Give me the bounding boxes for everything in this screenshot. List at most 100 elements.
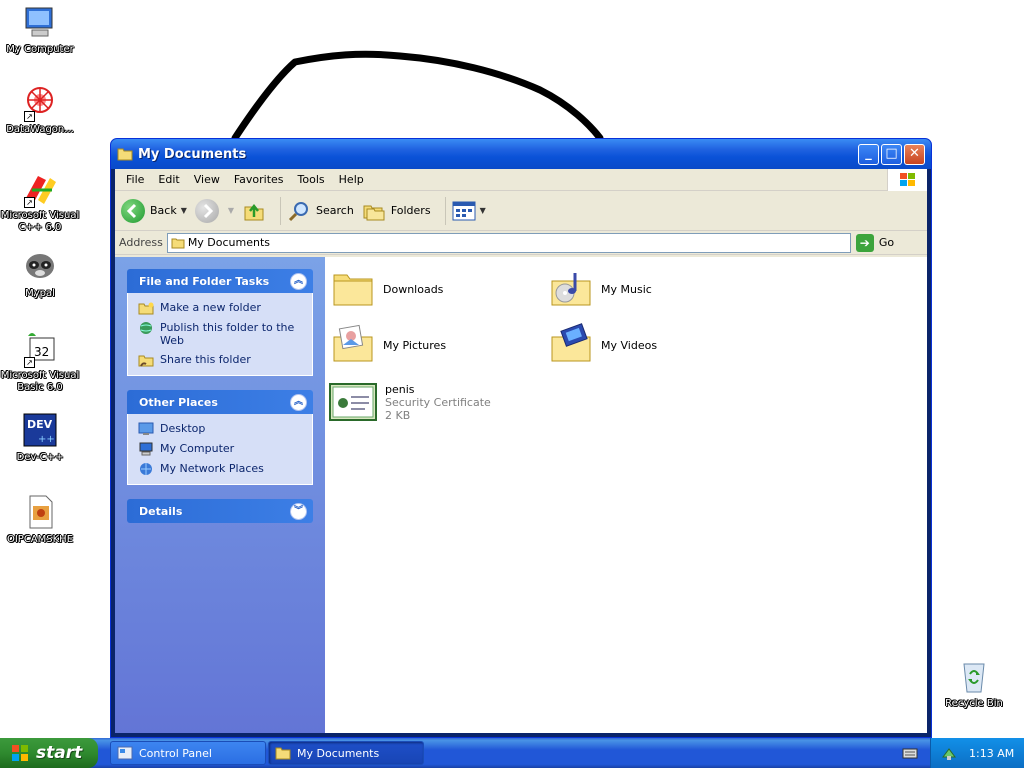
- computer-icon: [139, 442, 153, 456]
- folder-icon: [171, 238, 185, 248]
- file-folder-tasks-panel: File and Folder Tasks ︽ Make a new folde…: [127, 269, 313, 376]
- toolbar-separator: [444, 196, 446, 225]
- desktop-icon-recycle-bin[interactable]: Recycle Bin: [934, 658, 1014, 710]
- folder-item-downloads[interactable]: Downloads: [331, 267, 443, 311]
- new-folder-icon: [138, 302, 154, 315]
- clock[interactable]: 1:13 AM: [969, 747, 1014, 760]
- task-my-documents[interactable]: My Documents: [268, 741, 424, 765]
- menu-edit[interactable]: Edit: [151, 173, 186, 186]
- dev-cpp-icon: DEV ++: [22, 412, 58, 448]
- svg-text:32: 32: [34, 345, 49, 359]
- datawagon-icon: ↗: [22, 84, 58, 122]
- task-pane: File and Folder Tasks ︽ Make a new folde…: [115, 257, 325, 733]
- other-places-panel: Other Places ︽ Desktop My Computer My Ne…: [127, 390, 313, 485]
- chevron-down-icon[interactable]: ▼: [228, 206, 234, 215]
- desktop-icon-datawagon[interactable]: ↗ DataWagon...: [0, 84, 80, 136]
- desktop-icon-visual-cpp[interactable]: ↗ Microsoft Visual C++ 6.0: [0, 170, 80, 234]
- views-button[interactable]: ▼: [452, 201, 486, 221]
- desktop-icon-my-computer[interactable]: My Computer: [0, 4, 80, 56]
- desktop-icon-dev-cpp[interactable]: DEV ++ Dev-C++: [0, 412, 80, 464]
- up-folder-button[interactable]: [242, 199, 266, 223]
- my-computer-link[interactable]: My Computer: [138, 442, 304, 456]
- forward-button[interactable]: ▼: [194, 198, 234, 223]
- share-folder-icon: [138, 355, 154, 367]
- other-places-header[interactable]: Other Places ︽: [127, 390, 313, 414]
- chevron-down-icon[interactable]: ▼: [480, 206, 486, 215]
- maximize-button[interactable]: □: [881, 144, 902, 165]
- go-button[interactable]: ➔ Go: [855, 233, 894, 252]
- desktop-icon: [138, 422, 154, 435]
- image-file-icon: [22, 494, 58, 530]
- menu-file[interactable]: File: [119, 173, 151, 186]
- desktop-icon-label: DataWagon...: [6, 124, 74, 135]
- start-button[interactable]: start: [0, 738, 98, 768]
- desktop-icon-label: Dev-C++: [16, 452, 64, 463]
- windows-flag-icon: [12, 745, 28, 761]
- folder-item-my-music[interactable]: My Music: [549, 267, 652, 311]
- desktop-link[interactable]: Desktop: [138, 422, 304, 436]
- collapse-chevron-icon[interactable]: ︽: [290, 393, 307, 411]
- visual-basic-icon: 32 ↗: [22, 330, 58, 368]
- folders-label: Folders: [390, 204, 431, 217]
- keyboard-icon[interactable]: [902, 746, 918, 760]
- folder-item-my-pictures[interactable]: My Pictures: [331, 323, 446, 367]
- desktop-icon-image-file[interactable]: OIPCAMSKHE: [0, 494, 80, 546]
- minimize-button[interactable]: _: [858, 144, 879, 165]
- desktop-icon-label: Microsoft Visual C++ 6.0: [0, 210, 80, 233]
- back-label: Back: [150, 204, 177, 217]
- details-header[interactable]: Details ︾: [127, 499, 313, 523]
- task-control-panel[interactable]: Control Panel: [110, 741, 266, 765]
- file-folder-tasks-header[interactable]: File and Folder Tasks ︽: [127, 269, 313, 293]
- desktop-icon-label: My Computer: [6, 44, 74, 55]
- share-folder-link[interactable]: Share this folder: [138, 353, 304, 367]
- taskbar: start Control Panel My Documents 1:13 AM: [0, 738, 1024, 768]
- svg-text:DEV: DEV: [27, 418, 53, 431]
- file-name: penis: [385, 383, 415, 396]
- folder-icon: [333, 274, 373, 306]
- desktop-icon-label: Mypal: [25, 288, 55, 299]
- make-new-folder-link[interactable]: Make a new folder: [138, 301, 304, 315]
- menu-favorites[interactable]: Favorites: [227, 173, 291, 186]
- search-icon: [288, 201, 309, 221]
- desktop-icon-label: Recycle Bin: [945, 698, 1003, 709]
- up-folder-icon: [244, 203, 264, 220]
- folder-icon: [117, 148, 133, 161]
- file-type: Security Certificate: [385, 396, 491, 409]
- desktop-icon-label: Microsoft Visual Basic 6.0: [0, 370, 80, 393]
- search-button[interactable]: Search: [287, 199, 354, 223]
- desktop-icon-label: OIPCAMSKHE: [6, 534, 74, 545]
- chevron-down-icon[interactable]: ▼: [181, 206, 187, 215]
- folders-button[interactable]: Folders: [362, 199, 431, 223]
- control-panel-icon: [117, 746, 133, 760]
- views-icon: [452, 201, 476, 220]
- pictures-folder-icon: [333, 324, 373, 362]
- my-network-places-link[interactable]: My Network Places: [138, 462, 304, 476]
- certificate-icon: [329, 383, 377, 421]
- explorer-window[interactable]: My Documents _ □ ✕ File Edit View Favori…: [110, 138, 932, 738]
- folder-item-my-videos[interactable]: My Videos: [549, 323, 657, 367]
- address-input[interactable]: My Documents: [166, 232, 851, 253]
- publish-folder-link[interactable]: Publish this folder to the Web: [138, 321, 304, 347]
- network-places-icon: [140, 463, 152, 475]
- address-label: Address: [119, 236, 163, 249]
- desktop-icon-mypal[interactable]: Mypal: [0, 248, 80, 300]
- folders-icon: [363, 205, 385, 220]
- file-item-certificate[interactable]: penis Security Certificate 2 KB: [329, 383, 491, 422]
- title-bar[interactable]: My Documents _ □ ✕: [111, 139, 931, 169]
- address-bar: Address My Documents ▼ ➔ Go: [115, 231, 927, 255]
- safely-remove-hardware-icon[interactable]: [941, 745, 957, 761]
- close-button[interactable]: ✕: [904, 144, 925, 165]
- menu-help[interactable]: Help: [332, 173, 371, 186]
- computer-icon: [22, 4, 58, 40]
- panel-title: File and Folder Tasks: [139, 274, 270, 288]
- expand-chevron-icon[interactable]: ︾: [290, 502, 307, 520]
- collapse-chevron-icon[interactable]: ︽: [290, 272, 307, 290]
- system-tray: 1:13 AM: [930, 738, 1024, 768]
- menu-view[interactable]: View: [187, 173, 227, 186]
- back-button[interactable]: Back ▼: [121, 198, 187, 223]
- desktop-icon-visual-basic[interactable]: 32 ↗ Microsoft Visual Basic 6.0: [0, 330, 80, 394]
- search-label: Search: [316, 204, 354, 217]
- menu-tools[interactable]: Tools: [291, 173, 332, 186]
- address-value: My Documents: [187, 236, 271, 249]
- start-label: start: [36, 743, 83, 763]
